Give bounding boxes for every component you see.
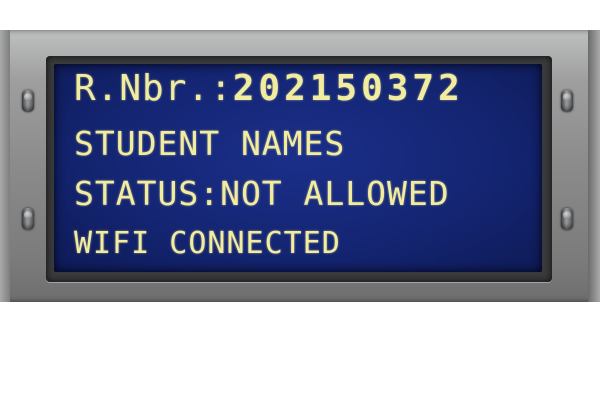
lcd-screen: R.Nbr.:202150372 STUDENT NAMES STATUS:NO… (54, 64, 542, 272)
bezel-right-edge (588, 30, 600, 302)
student-name-line: STUDENT NAMES (74, 124, 346, 163)
registration-label: R.Nbr.: (74, 68, 233, 109)
lcd-recess: R.Nbr.:202150372 STUDENT NAMES STATUS:NO… (46, 56, 552, 282)
screw-icon (561, 90, 573, 112)
device-stage: R.Nbr.:202150372 STUDENT NAMES STATUS:NO… (0, 0, 600, 400)
wifi-status-line: WIFI CONNECTED (74, 226, 341, 261)
lcd-bezel: R.Nbr.:202150372 STUDENT NAMES STATUS:NO… (0, 30, 600, 302)
status-line: STATUS:NOT ALLOWED (74, 174, 450, 213)
screw-icon (22, 208, 34, 230)
registration-number: 202150372 (232, 68, 464, 109)
screw-icon (561, 208, 573, 230)
screw-icon (22, 90, 34, 112)
registration-line: R.Nbr.:202150372 (74, 68, 464, 109)
bezel-left-edge (0, 30, 10, 302)
